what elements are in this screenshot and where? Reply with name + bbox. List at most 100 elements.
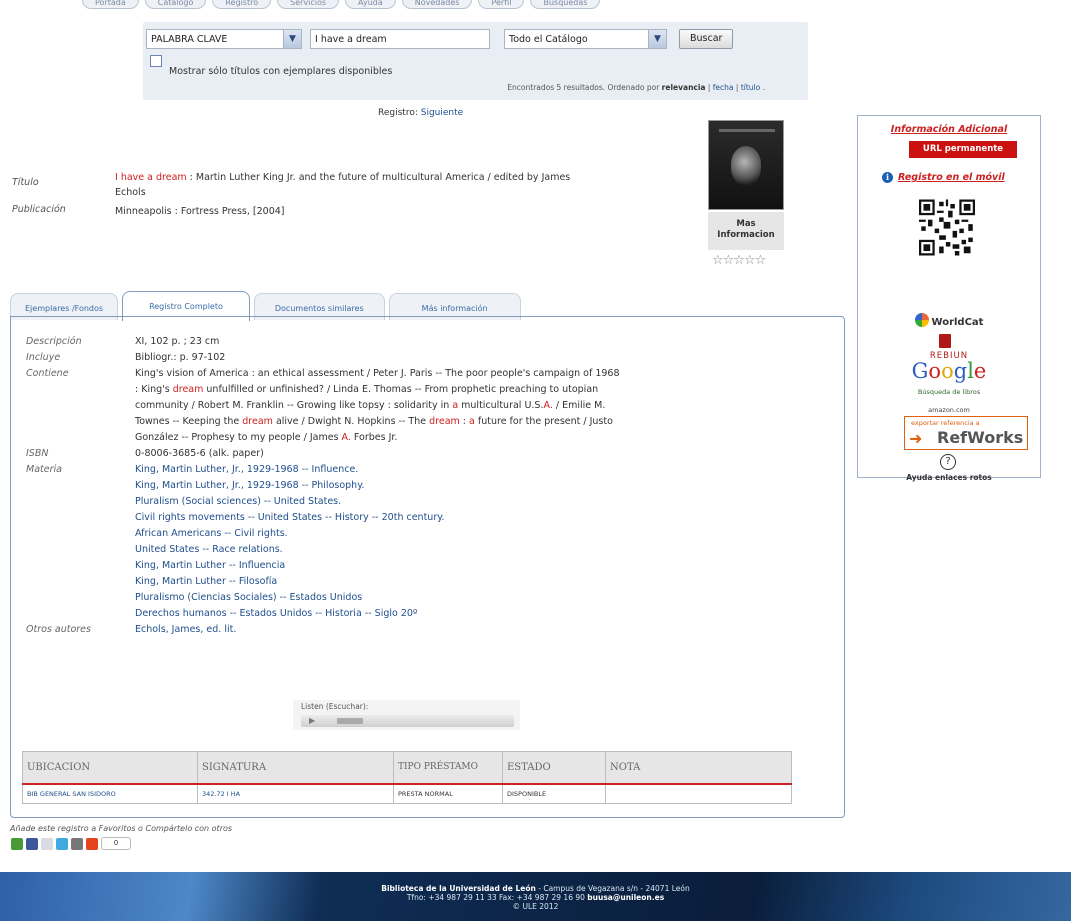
cell-location[interactable]: BIB GENERAL SAN ISIDORO bbox=[22, 783, 198, 804]
play-icon[interactable]: ▶ bbox=[309, 716, 315, 725]
includes-label: Incluye bbox=[26, 352, 61, 363]
title-highlight: I have a dream bbox=[115, 172, 187, 183]
publication-row: Publicación Minneapolis : Fortress Press… bbox=[12, 204, 592, 219]
separator: | bbox=[705, 83, 713, 92]
results-count: Encontrados 5 resultados. Ordenado por bbox=[507, 83, 660, 92]
rating-stars[interactable]: ☆☆☆☆☆ bbox=[712, 253, 766, 268]
footer-email[interactable]: buusa@unileon.es bbox=[587, 893, 664, 902]
subject-link[interactable]: Civil rights movements -- United States … bbox=[135, 510, 625, 526]
nav-pill[interactable]: Novedades bbox=[401, 0, 473, 9]
full-record-panel: Descripción XI, 102 p. ; 23 cm Incluye B… bbox=[10, 316, 845, 818]
subject-link[interactable]: Derechos humanos -- Estados Unidos -- Hi… bbox=[135, 606, 625, 622]
nav-pill[interactable]: Perfil bbox=[478, 0, 525, 9]
share-icon[interactable] bbox=[11, 837, 23, 850]
email-icon[interactable] bbox=[41, 837, 53, 850]
subject-link[interactable]: King, Martin Luther -- Influencia bbox=[135, 558, 625, 574]
search-panel: PALABRA CLAVE ▼ I have a dream Todo el C… bbox=[143, 22, 808, 100]
record-fields: Descripción XI, 102 p. ; 23 cm Incluye B… bbox=[26, 334, 836, 638]
nav-pill[interactable]: Registro bbox=[212, 0, 272, 9]
worldcat-link[interactable]: WorldCat bbox=[858, 313, 1040, 328]
includes-field: Incluye Bibliogr.: p. 97-102 bbox=[26, 350, 836, 366]
title-value: I have a dream : Martin Luther King Jr. … bbox=[115, 170, 575, 200]
contents-label: Contiene bbox=[26, 368, 69, 379]
addthis-icon[interactable] bbox=[86, 837, 98, 850]
next-record-link[interactable]: Siguiente bbox=[421, 108, 463, 118]
additional-info-sidebar: Información Adicional URL permanente i R… bbox=[857, 115, 1041, 482]
nav-pill[interactable]: Catálogo bbox=[144, 0, 207, 9]
search-term-highlight: A. bbox=[543, 400, 553, 411]
facebook-icon[interactable] bbox=[26, 837, 38, 850]
search-button[interactable]: Buscar bbox=[679, 29, 734, 49]
nav-pill[interactable]: Servicios bbox=[277, 0, 340, 9]
isbn-label: ISBN bbox=[26, 448, 49, 459]
other-author-link[interactable]: Echols, James, ed. lit. bbox=[135, 624, 236, 635]
other-authors-label: Otros autores bbox=[26, 624, 91, 635]
description-label: Descripción bbox=[26, 336, 82, 347]
chevron-down-icon: ▼ bbox=[283, 30, 301, 48]
search-input[interactable]: I have a dream bbox=[310, 29, 490, 49]
amazon-link[interactable]: amazon.com bbox=[858, 406, 1040, 414]
broken-links-help[interactable]: Ayuda enlaces rotos bbox=[858, 473, 1040, 482]
help-icon[interactable]: ? bbox=[940, 454, 956, 470]
sort-date-link[interactable]: fecha bbox=[713, 83, 734, 92]
contents-field: Contiene King's vision of America : an e… bbox=[26, 366, 836, 446]
info-icon: i bbox=[882, 172, 893, 183]
search-scope-select[interactable]: Todo el Catálogo ▼ bbox=[504, 29, 667, 49]
subject-link[interactable]: King, Martin Luther, Jr., 1929-1968 -- P… bbox=[135, 478, 625, 494]
record-summary: Título I have a dream : Martin Luther Ki… bbox=[12, 170, 592, 223]
audio-player: Listen (Escuchar): ▶ bbox=[293, 700, 520, 730]
col-header-location: UBICACION bbox=[22, 751, 198, 785]
chevron-down-icon: ▼ bbox=[648, 30, 666, 48]
title-row: Título I have a dream : Martin Luther Ki… bbox=[12, 170, 592, 200]
subject-link[interactable]: United States -- Race relations. bbox=[135, 542, 625, 558]
availability-checkbox[interactable] bbox=[150, 55, 162, 67]
nav-pill[interactable]: Portada bbox=[82, 0, 139, 9]
audio-player-label: Listen (Escuchar): bbox=[301, 702, 369, 711]
cover-portrait bbox=[731, 146, 761, 186]
subject-link[interactable]: King, Martin Luther -- Filosofía bbox=[135, 574, 625, 590]
volume-slider[interactable] bbox=[337, 718, 363, 724]
search-term-highlight: dream bbox=[172, 384, 204, 395]
nav-pill[interactable]: Búsquedas bbox=[530, 0, 601, 9]
nav-pill[interactable]: Ayuda bbox=[345, 0, 396, 9]
subject-label: Materia bbox=[26, 464, 62, 475]
export-arrow-icon: ➜ bbox=[909, 429, 923, 448]
subject-link[interactable]: African Americans -- Civil rights. bbox=[135, 526, 625, 542]
subject-link[interactable]: King, Martin Luther, Jr., 1929-1968 -- I… bbox=[135, 462, 625, 478]
description-value: XI, 102 p. ; 23 cm bbox=[135, 336, 220, 347]
subject-link[interactable]: Pluralism (Social sciences) -- United St… bbox=[135, 494, 625, 510]
sidebar-title: Información Adicional bbox=[890, 124, 1008, 135]
search-scope-value: Todo el Catálogo bbox=[509, 34, 588, 45]
other-authors-field: Otros autores Echols, James, ed. lit. bbox=[26, 622, 836, 638]
cell-loan-type: PRESTA NORMAL bbox=[393, 783, 503, 804]
cell-call-number: 342.72 I HA bbox=[197, 783, 394, 804]
sort-title-link[interactable]: título bbox=[741, 83, 760, 92]
audio-controls[interactable]: ▶ bbox=[301, 715, 514, 727]
more-info-link[interactable]: Mas Informacion bbox=[708, 212, 784, 250]
print-icon[interactable] bbox=[71, 837, 83, 850]
isbn-field: ISBN 0-8006-3685-6 (alk. paper) bbox=[26, 446, 836, 462]
footer: Biblioteca de la Universidad de León - C… bbox=[0, 872, 1071, 921]
search-field-select[interactable]: PALABRA CLAVE ▼ bbox=[146, 29, 302, 49]
separator: . bbox=[760, 83, 765, 92]
google-books-link[interactable]: Google bbox=[858, 359, 1040, 383]
refworks-export-button[interactable]: exportar referencia a ➜ RefWorks bbox=[904, 416, 1028, 450]
permanent-url-button[interactable]: URL permanente bbox=[909, 141, 1017, 158]
subject-link[interactable]: Pluralismo (Ciencias Sociales) -- Estado… bbox=[135, 590, 625, 606]
description-field: Descripción XI, 102 p. ; 23 cm bbox=[26, 334, 836, 350]
mobile-record-link[interactable]: i Registro en el móvil bbox=[882, 172, 1005, 183]
rebiun-book-icon bbox=[939, 334, 951, 348]
footer-address: - Campus de Vegazana s/n - 24071 León bbox=[535, 884, 690, 893]
book-cover[interactable] bbox=[708, 120, 784, 210]
availability-filter: Mostrar sólo títulos con ejemplares disp… bbox=[150, 55, 392, 77]
twitter-icon[interactable] bbox=[56, 837, 68, 850]
share-counter: 0 bbox=[101, 837, 131, 850]
contents-value: King's vision of America : an ethical as… bbox=[135, 366, 625, 446]
cell-note bbox=[605, 783, 792, 804]
col-header-call-number: SIGNATURA bbox=[197, 751, 394, 785]
holdings-table: UBICACION SIGNATURA TIPO PRÉSTAMO ESTADO… bbox=[22, 751, 792, 804]
worldcat-label: WorldCat bbox=[931, 317, 984, 328]
subject-list: King, Martin Luther, Jr., 1929-1968 -- I… bbox=[135, 462, 625, 622]
separator: | bbox=[733, 83, 741, 92]
contents-text: : bbox=[459, 416, 470, 427]
